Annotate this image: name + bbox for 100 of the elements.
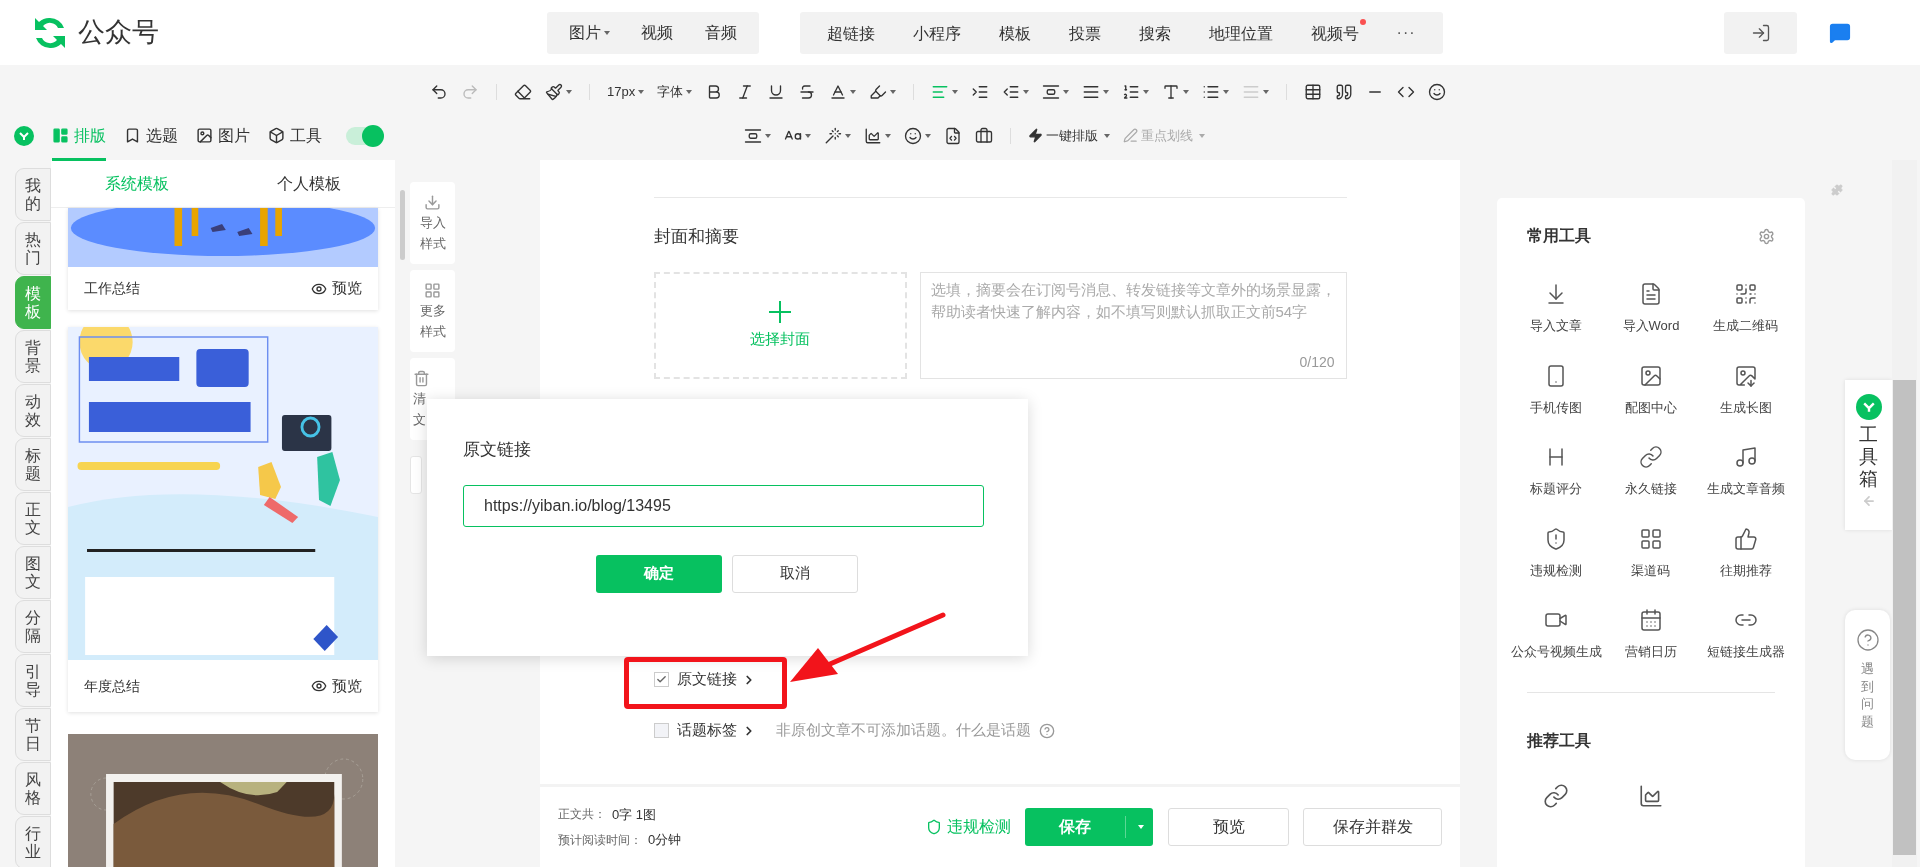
preview-button[interactable]: 预览 — [1168, 808, 1289, 846]
tool-button[interactable]: 往期推荐 — [1698, 526, 1793, 580]
option-link[interactable]: 原文链接 — [676, 668, 756, 691]
tool-button[interactable]: 标题评分 — [1509, 445, 1604, 499]
menu-item[interactable]: 图片 — [568, 20, 610, 45]
menu-item[interactable]: 投票 — [1069, 19, 1109, 46]
help-button[interactable]: 遇到问题 — [1845, 610, 1890, 760]
checkbox[interactable] — [653, 723, 669, 738]
tool-button[interactable]: 配图中心 — [1603, 363, 1699, 417]
link-icon[interactable] — [1543, 782, 1570, 809]
tool-button[interactable]: 生成文章音频 — [1698, 445, 1793, 499]
resize-handle[interactable] — [410, 456, 422, 494]
undo-icon[interactable] — [430, 83, 448, 101]
emoji-icon[interactable] — [1428, 83, 1447, 101]
quote-icon[interactable] — [1335, 83, 1354, 101]
thumbs-up-icon — [1733, 526, 1758, 551]
side-tool-button[interactable]: 更多 样式 — [410, 270, 455, 352]
tool-button[interactable]: 营销日历 — [1603, 608, 1699, 662]
eraser-icon[interactable] — [514, 83, 532, 101]
tool-button[interactable]: 公众号视频生成 — [1509, 608, 1604, 662]
caret-icon — [1138, 825, 1144, 829]
category-tab[interactable]: 热门 — [15, 222, 51, 275]
highlight-icon[interactable] — [869, 83, 888, 101]
toolbox-button[interactable]: 工具箱 — [1845, 380, 1892, 530]
tool-button[interactable]: 生成二维码 — [1698, 282, 1793, 336]
one-click-layout-button[interactable]: 一键排版 — [1028, 125, 1110, 146]
mode-tab[interactable]: 选题 — [124, 111, 178, 160]
format-brush-icon[interactable] — [545, 83, 563, 101]
url-field[interactable]: https://yiban.io/blog/13495 — [463, 484, 984, 527]
tool-button[interactable]: 手机传图 — [1509, 363, 1604, 417]
checkbox[interactable] — [653, 672, 669, 687]
category-tab[interactable]: 引导 — [15, 654, 51, 707]
template-card[interactable]: 年度总结 预览 — [68, 327, 378, 712]
category-tab[interactable]: 节日 — [15, 708, 51, 761]
category-tab[interactable]: 标题 — [15, 438, 51, 491]
menu-item[interactable]: 视频 — [641, 20, 674, 45]
emoji-icon[interactable] — [904, 126, 922, 145]
mode-tab[interactable]: 图片 — [196, 111, 250, 160]
category-tab[interactable]: 图文 — [15, 546, 51, 599]
letter-case-icon[interactable] — [1162, 83, 1181, 101]
menu-item[interactable]: 视频号 — [1310, 19, 1366, 46]
tool-button[interactable]: 永久链接 — [1603, 445, 1699, 499]
caret-icon — [638, 90, 645, 94]
caret-icon — [845, 133, 851, 138]
table-icon[interactable] — [1304, 83, 1323, 101]
menu-item[interactable]: 模板 — [999, 19, 1039, 46]
tool-button[interactable]: 违规检测 — [1509, 526, 1604, 580]
underline-icon[interactable] — [767, 83, 786, 101]
message-icon[interactable] — [1829, 21, 1851, 44]
category-tab[interactable]: 动效 — [15, 384, 51, 437]
mode-tab[interactable]: 工具 — [268, 111, 322, 160]
save-and-publish-button[interactable]: 保存并群发 — [1303, 808, 1442, 846]
cancel-button[interactable]: 取消 — [732, 554, 858, 593]
strikethrough-icon[interactable] — [798, 83, 817, 101]
chart-icon[interactable] — [864, 126, 882, 145]
font-size-select[interactable]: 17px — [607, 82, 645, 102]
numbered-list-icon[interactable] — [1122, 83, 1141, 101]
menu-item[interactable]: 音频 — [705, 20, 738, 45]
help-icon[interactable] — [1038, 722, 1055, 739]
option-link[interactable]: 话题标签 — [676, 719, 756, 742]
magic-wand-icon[interactable] — [824, 126, 842, 145]
indent-icon[interactable] — [971, 83, 990, 101]
preview-link[interactable]: 预览 — [311, 674, 362, 698]
option-note: 非原创文章不可添加话题。什么是话题 — [775, 720, 1031, 741]
document-icon — [1639, 282, 1663, 306]
scrollbar-thumb[interactable] — [1893, 380, 1916, 855]
plugin-toggle[interactable] — [346, 126, 382, 145]
category-tab[interactable]: 分隔 — [15, 600, 51, 653]
category-tab[interactable]: 我的 — [15, 168, 51, 221]
text-color-icon[interactable] — [829, 83, 848, 101]
briefcase-icon[interactable] — [975, 126, 993, 145]
settings-icon[interactable] — [1758, 227, 1775, 245]
bullet-list-icon[interactable] — [1202, 83, 1221, 101]
paragraph-spacing-icon[interactable] — [1042, 83, 1061, 101]
preview-link[interactable]: 预览 — [311, 277, 362, 300]
font-family-select[interactable]: 字体 — [657, 82, 693, 102]
category-tab[interactable]: 正文 — [15, 492, 51, 545]
menu-item[interactable]: 小程序 — [913, 19, 969, 46]
more-button[interactable]: ··· — [1396, 20, 1416, 45]
menu-item[interactable]: 超链接 — [827, 19, 883, 46]
template-tab[interactable]: 个人模板 — [223, 160, 395, 207]
line-height-icon[interactable] — [1082, 83, 1101, 101]
eye-icon — [311, 678, 327, 694]
scrollbar-thumb[interactable] — [400, 190, 405, 260]
html-icon[interactable] — [944, 126, 962, 145]
menu-item[interactable]: 搜索 — [1138, 19, 1178, 46]
category-tab[interactable]: 行业 — [15, 816, 51, 867]
menu-item[interactable]: 地理位置 — [1208, 19, 1280, 46]
tool-button[interactable]: 导入文章 — [1509, 282, 1604, 336]
spacing-icon[interactable] — [744, 126, 762, 145]
side-tool-button[interactable]: 导入 样式 — [410, 182, 455, 264]
category-tab[interactable]: 背景 — [15, 330, 51, 383]
tool-button[interactable]: 导入Word — [1603, 282, 1699, 336]
category-tab[interactable]: 风格 — [15, 762, 51, 815]
tool-button[interactable]: 渠道码 — [1603, 526, 1699, 580]
template-card[interactable]: 工作总结 预览 — [68, 208, 378, 310]
tool-button[interactable]: 生成长图 — [1698, 363, 1793, 417]
outdent-icon[interactable] — [1002, 83, 1021, 101]
tool-button[interactable]: 短链接生成器 — [1698, 608, 1793, 662]
caret-icon — [686, 90, 693, 94]
